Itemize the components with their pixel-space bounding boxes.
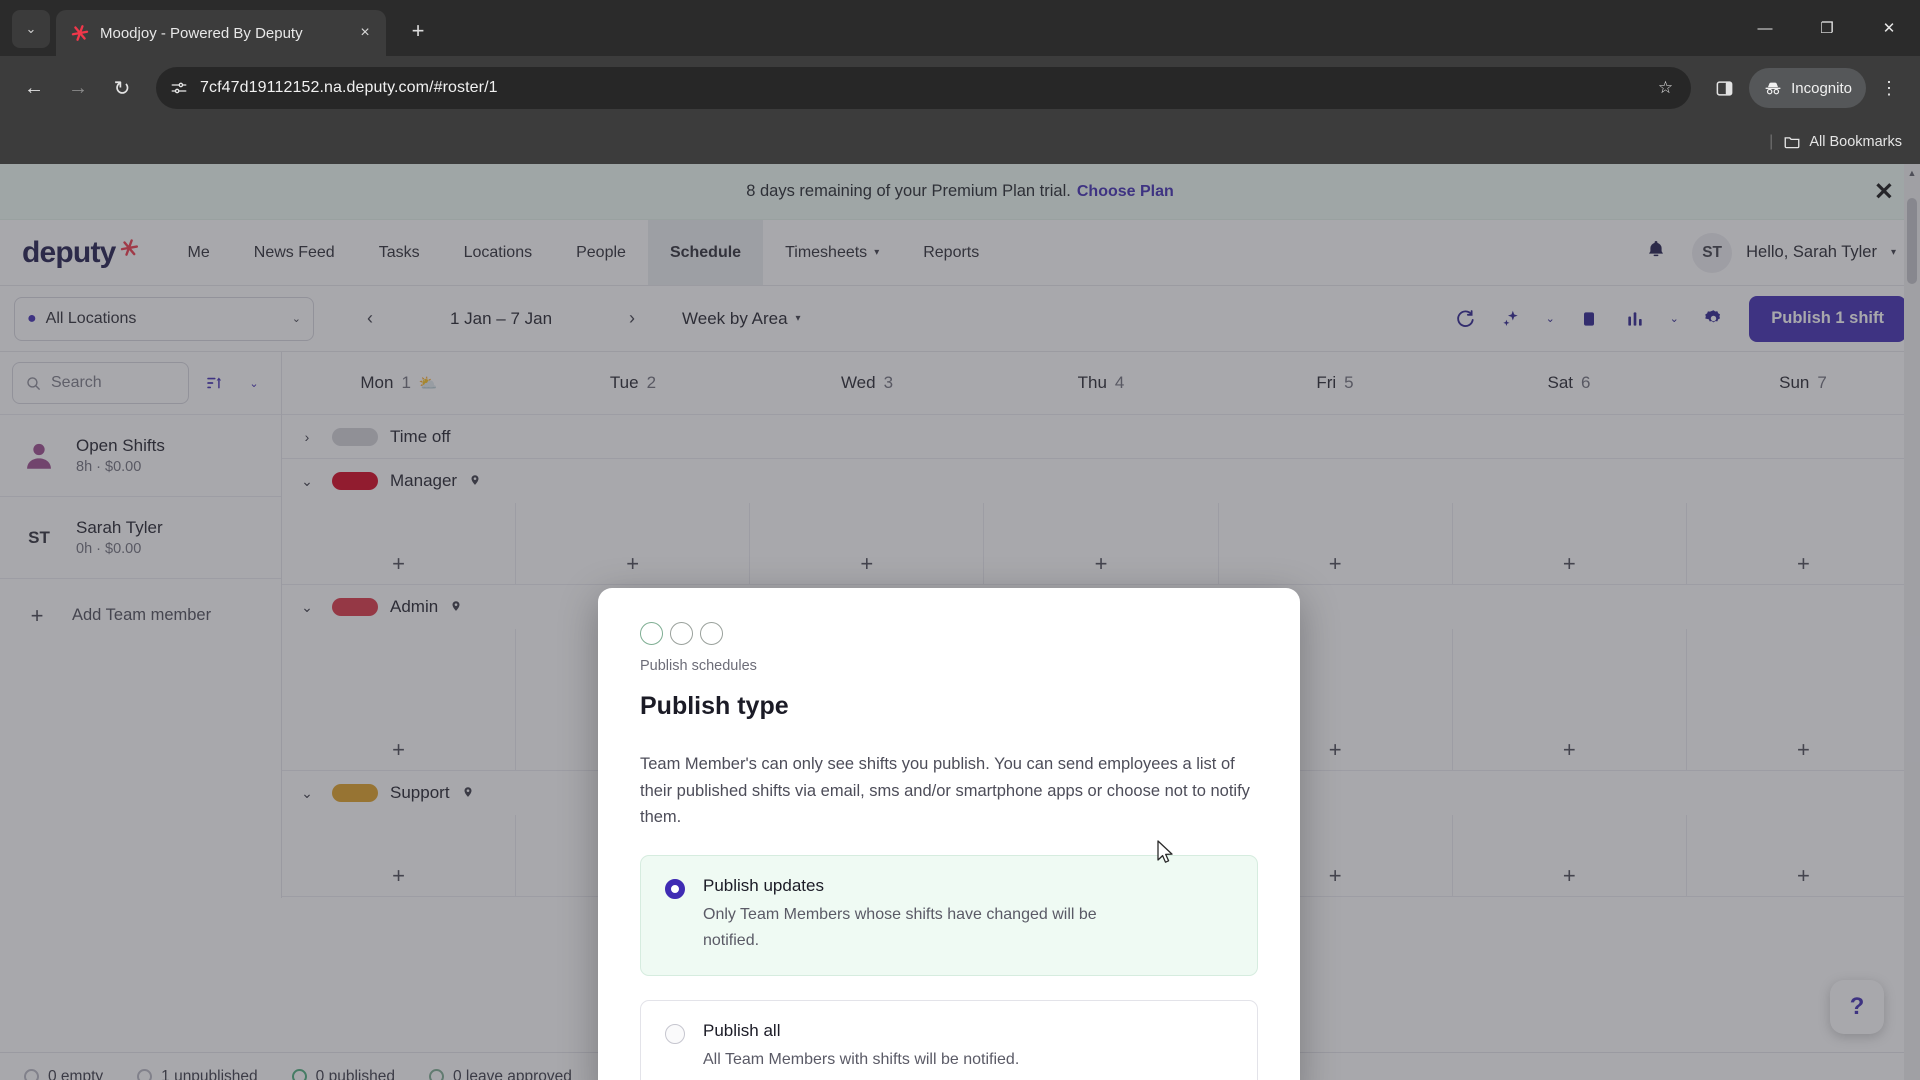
incognito-label: Incognito: [1791, 79, 1852, 97]
address-bar-url: 7cf47d19112152.na.deputy.com/#roster/1: [200, 79, 498, 96]
step-indicator: [640, 622, 1258, 645]
bookmark-star-icon[interactable]: ☆: [1658, 78, 1677, 98]
radio-button[interactable]: [665, 1024, 685, 1045]
address-bar[interactable]: 7cf47d19112152.na.deputy.com/#roster/1 ☆: [156, 67, 1692, 109]
modal-step-label: Publish schedules: [640, 658, 757, 674]
step-indicator-dot: [670, 622, 693, 645]
toolbar-right: Incognito ⋮: [1705, 68, 1906, 108]
browser-window: ⌄ Moodjoy - Powered By Deputy × + — ❐ ✕ …: [0, 0, 1920, 1080]
window-close-button[interactable]: ✕: [1858, 0, 1920, 56]
all-bookmarks-label: All Bookmarks: [1809, 134, 1902, 150]
publish-option-card[interactable]: Publish updates Only Team Members whose s…: [640, 855, 1258, 977]
browser-toolbar: ← → ↻ 7cf47d19112152.na.deputy.com/#rost…: [0, 56, 1920, 120]
publish-option-title: Publish updates: [703, 876, 824, 896]
tab-close-icon[interactable]: ×: [354, 24, 376, 42]
chevron-down-icon: ⌄: [25, 21, 37, 36]
publish-option-title: Publish all: [703, 1021, 781, 1041]
modal-title: Publish type: [640, 692, 789, 720]
browser-menu-icon[interactable]: ⋮: [1872, 69, 1906, 107]
tab-title: Moodjoy - Powered By Deputy: [100, 24, 303, 42]
window-controls: — ❐ ✕: [1734, 0, 1920, 56]
window-maximize-button[interactable]: ❐: [1796, 0, 1858, 56]
forward-button[interactable]: →: [58, 68, 98, 108]
all-bookmarks-button[interactable]: All Bookmarks: [1783, 133, 1902, 151]
folder-icon: [1784, 137, 1800, 149]
reload-button[interactable]: ↻: [102, 68, 142, 108]
incognito-indicator[interactable]: Incognito: [1749, 68, 1866, 108]
modal-description: Team Member's can only see shifts you pu…: [640, 755, 1250, 827]
publish-option-card[interactable]: Publish all All Team Members with shifts …: [640, 1000, 1258, 1080]
new-tab-button[interactable]: +: [404, 18, 432, 44]
back-button[interactable]: ←: [14, 68, 54, 108]
window-minimize-button[interactable]: —: [1734, 0, 1796, 56]
page-settings-icon[interactable]: [170, 79, 188, 97]
browser-tab[interactable]: Moodjoy - Powered By Deputy ×: [56, 10, 386, 56]
bookmarks-divider: |: [1769, 133, 1774, 150]
publish-option-subtitle: All Team Members with shifts will be not…: [703, 1051, 1020, 1069]
publish-option-subtitle: Only Team Members whose shifts have chan…: [703, 906, 1097, 949]
tab-strip: ⌄ Moodjoy - Powered By Deputy × + — ❐ ✕: [0, 0, 1920, 56]
tab-search-button[interactable]: ⌄: [12, 10, 50, 48]
publish-type-options: Publish updates Only Team Members whose s…: [640, 855, 1258, 1080]
step-indicator-dot: [700, 622, 723, 645]
mouse-cursor: [1157, 840, 1173, 863]
deputy-asterisk-icon: [71, 25, 89, 41]
radio-button[interactable]: [665, 879, 685, 900]
bookmarks-bar: | All Bookmarks: [0, 120, 1920, 164]
incognito-icon: [1765, 82, 1781, 95]
side-panel-icon[interactable]: [1705, 69, 1743, 107]
publish-schedules-modal: Publish schedules Publish type Team Memb…: [598, 588, 1300, 1080]
page-content: 8 days remaining of your Premium Plan tr…: [0, 164, 1920, 1080]
step-indicator-dot: [640, 622, 663, 645]
